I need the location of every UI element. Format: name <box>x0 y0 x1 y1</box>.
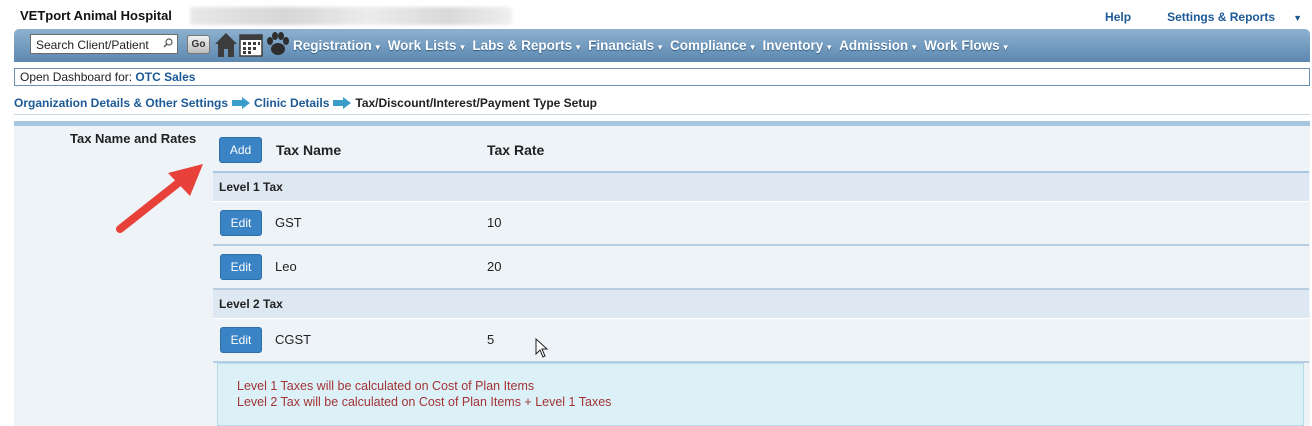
tax-name: Leo <box>275 259 297 274</box>
note-line-1: Level 1 Taxes will be calculated on Cost… <box>237 379 535 393</box>
app-title: VETport Animal Hospital <box>20 8 172 23</box>
table-row: Edit CGST 5 <box>213 319 1309 363</box>
group-header-level-2: Level 2 Tax <box>213 290 1309 319</box>
column-header-tax-rate: Tax Rate <box>487 142 545 158</box>
nav-work-flows-label: Work Flows <box>924 38 1000 53</box>
nav-registration-label: Registration <box>293 38 372 53</box>
go-button[interactable]: Go <box>187 35 210 54</box>
info-note: Level 1 Taxes will be calculated on Cost… <box>217 363 1304 426</box>
nav-financials-label: Financials <box>588 38 655 53</box>
nav-menu: Registration ▼ Work Lists ▼ Labs & Reports… <box>293 38 1016 53</box>
tax-rate: 20 <box>487 259 502 274</box>
edit-button[interactable]: Edit <box>220 327 262 353</box>
chevron-down-icon: ▼ <box>1293 13 1302 23</box>
nav-inventory-label: Inventory <box>762 38 824 53</box>
nav-registration[interactable]: Registration ▼ <box>293 38 382 53</box>
column-header-tax-name: Tax Name <box>276 142 342 158</box>
paw-icon[interactable] <box>265 32 290 57</box>
chevron-down-icon: ▼ <box>574 43 583 52</box>
search-input-placeholder: Search Client/Patient <box>36 38 149 52</box>
search-input[interactable]: Search Client/Patient <box>30 34 178 54</box>
note-line-2: Level 2 Tax will be calculated on Cost o… <box>237 395 612 409</box>
nav-work-lists-label: Work Lists <box>387 38 457 53</box>
nav-compliance[interactable]: Compliance ▼ <box>670 38 756 53</box>
nav-work-lists[interactable]: Work Lists ▼ <box>388 38 467 53</box>
chevron-down-icon: ▼ <box>748 43 757 52</box>
chevron-down-icon: ▼ <box>656 43 665 52</box>
nav-compliance-label: Compliance <box>670 38 747 53</box>
nav-inventory[interactable]: Inventory ▼ <box>762 38 833 53</box>
nav-work-flows[interactable]: Work Flows ▼ <box>924 38 1009 53</box>
annotation-arrow-icon <box>116 164 203 233</box>
main-nav-bar: Search Client/Patient Go Registration ▼ W… <box>14 29 1310 62</box>
dashboard-bar: Open Dashboard for: OTC Sales <box>14 68 1310 86</box>
help-link[interactable]: Help <box>1105 10 1131 24</box>
add-button[interactable]: Add <box>219 137 262 163</box>
chevron-down-icon: ▼ <box>825 43 834 52</box>
dashboard-label: Open Dashboard for: <box>20 70 133 84</box>
breadcrumb-organization-details[interactable]: Organization Details & Other Settings <box>14 96 228 110</box>
chevron-down-icon: ▼ <box>1001 43 1010 52</box>
nav-labs-reports[interactable]: Labs & Reports ▼ <box>472 38 582 53</box>
edit-button[interactable]: Edit <box>220 210 262 236</box>
table-row: Edit GST 10 <box>213 202 1309 246</box>
top-bar: VETport Animal Hospital Help Settings & R… <box>0 0 1312 30</box>
tax-table: Add Tax Name Tax Rate Level 1 Tax Edit G… <box>213 128 1309 363</box>
breadcrumb-current: Tax/Discount/Interest/Payment Type Setup <box>355 96 598 110</box>
tax-name: CGST <box>275 332 312 347</box>
group-header-level-1: Level 1 Tax <box>213 173 1309 202</box>
settings-reports-menu[interactable]: Settings & Reports ▼ <box>1149 10 1302 24</box>
edit-button[interactable]: Edit <box>220 254 262 280</box>
section-label: Tax Name and Rates <box>70 131 197 146</box>
chevron-down-icon: ▼ <box>910 43 919 52</box>
search-icon <box>163 38 173 48</box>
nav-labs-reports-label: Labs & Reports <box>472 38 573 53</box>
arrow-right-icon <box>333 97 352 109</box>
table-row: Edit Leo 20 <box>213 246 1309 290</box>
nav-admission[interactable]: Admission ▼ <box>839 38 918 53</box>
chevron-down-icon: ▼ <box>458 43 467 52</box>
breadcrumb-clinic-details[interactable]: Clinic Details <box>254 96 329 110</box>
arrow-right-icon <box>232 97 251 109</box>
top-links: Help Settings & Reports ▼ <box>1087 10 1302 24</box>
nav-admission-label: Admission <box>839 38 909 53</box>
calendar-icon[interactable] <box>239 32 263 57</box>
mouse-cursor-icon <box>535 338 549 358</box>
breadcrumb: Organization Details & Other Settings Cl… <box>14 96 597 110</box>
nav-financials[interactable]: Financials ▼ <box>588 38 664 53</box>
tax-rate: 5 <box>487 332 495 347</box>
settings-reports-label: Settings & Reports <box>1167 10 1276 24</box>
tax-name: GST <box>275 215 302 230</box>
blurred-user-info <box>190 7 512 25</box>
divider <box>14 114 1310 115</box>
chevron-down-icon: ▼ <box>373 43 382 52</box>
tax-rate: 10 <box>487 215 502 230</box>
tax-table-header: Add Tax Name Tax Rate <box>213 128 1309 173</box>
home-icon[interactable] <box>214 32 238 58</box>
dashboard-link[interactable]: OTC Sales <box>135 70 195 84</box>
